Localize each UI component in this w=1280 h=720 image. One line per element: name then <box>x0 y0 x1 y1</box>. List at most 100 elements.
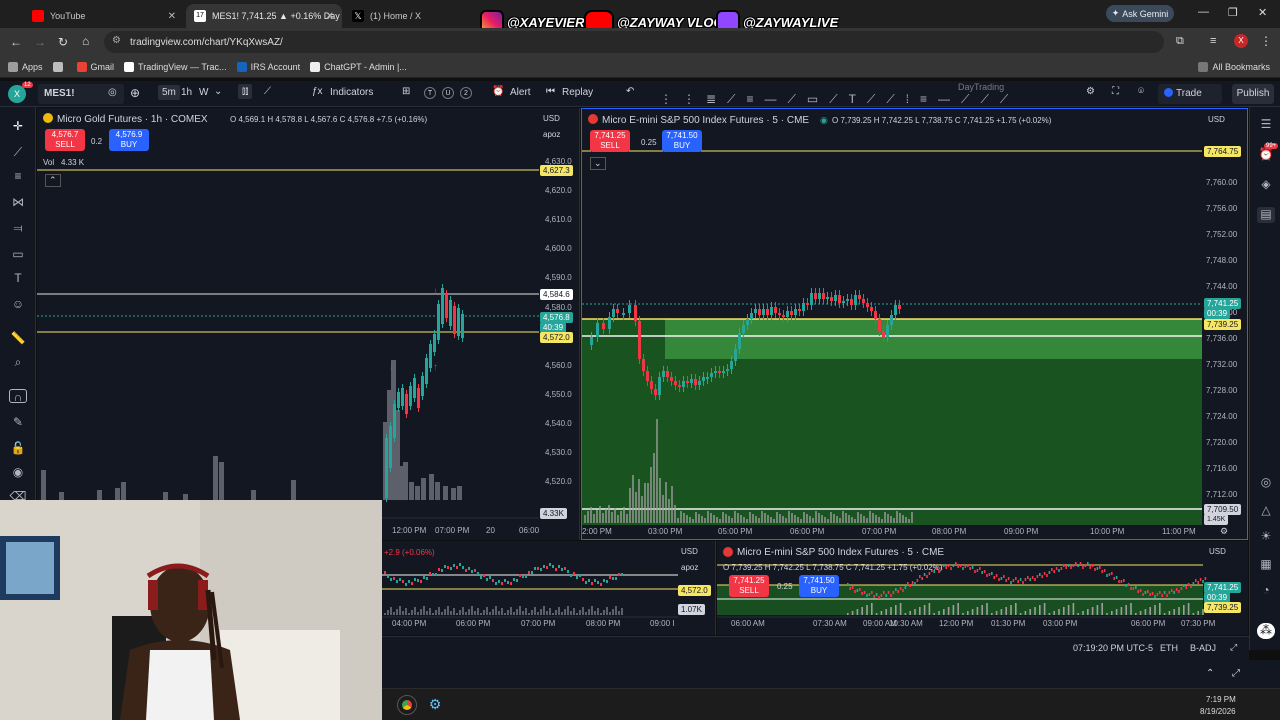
chevron-down-icon[interactable]: ⌄ <box>214 86 222 97</box>
alerts-icon[interactable]: ⏰ <box>1257 147 1275 163</box>
reload-icon[interactable]: ↻ <box>58 35 68 49</box>
templates-icon[interactable]: ⊞ <box>402 86 410 97</box>
text-icon[interactable]: T <box>9 271 27 285</box>
badge-2[interactable]: 2 <box>460 87 472 99</box>
compare-icon[interactable]: ◎ <box>108 87 117 98</box>
extensions-icon[interactable]: ⧉ <box>1176 35 1184 48</box>
interval-w[interactable]: W <box>199 87 208 98</box>
magnet-icon[interactable]: ∩ <box>9 389 27 404</box>
session-toggle[interactable]: ETH <box>1160 643 1178 653</box>
bookmark-tradingview[interactable]: TradingView — Trac... <box>124 61 227 72</box>
bell-icon[interactable]: ◔ <box>1257 583 1275 599</box>
maximize-panel-icon[interactable]: ⤢ <box>1230 642 1237 653</box>
bookmark-irs[interactable]: IRS Account <box>236 61 300 72</box>
gold-sell-button[interactable]: 4,576.7 SELL <box>45 129 85 151</box>
trend-icon[interactable]: △ <box>1257 503 1275 519</box>
pattern-icon[interactable]: ⋈ <box>9 195 27 209</box>
zoom-icon[interactable]: ⌕ <box>9 355 27 369</box>
steam-taskbar-icon[interactable]: ⚙ <box>426 696 444 714</box>
es-currency[interactable]: USD <box>1208 115 1225 124</box>
minimize-icon[interactable]: — <box>1198 6 1209 18</box>
mini-es-pane[interactable]: Micro E-mini S&P 500 Index Futures · 5 ·… <box>717 541 1248 635</box>
gold-currency[interactable]: USD <box>543 114 560 123</box>
all-bookmarks[interactable]: All Bookmarks <box>1198 61 1270 72</box>
badge-t[interactable]: T <box>424 87 436 99</box>
es-buy-button[interactable]: 7,741.50 BUY <box>662 130 702 152</box>
site-info-icon[interactable]: ⚙ <box>112 35 121 46</box>
fullscreen-icon[interactable]: ⛶ <box>1112 86 1119 97</box>
symbol-search[interactable]: MES1! ◎ <box>38 84 124 104</box>
maximize-icon[interactable]: ❐ <box>1228 6 1238 19</box>
es-sell-button[interactable]: 7,741.25 SELL <box>590 130 630 152</box>
fib-icon[interactable]: ≡ <box>9 169 27 183</box>
calendar-icon[interactable]: ▦ <box>1257 557 1275 573</box>
layout-name[interactable]: DayTrading <box>958 82 1004 92</box>
apps-grid-icon[interactable]: ⁂ <box>1257 623 1275 639</box>
close-icon[interactable]: ✕ <box>326 11 334 22</box>
mini-es-sell-button[interactable]: 7,741.25 SELL <box>729 575 769 597</box>
collapse-icon[interactable]: ⌃ <box>45 174 61 187</box>
stay-drawing-icon[interactable]: ✎ <box>9 415 27 429</box>
expand-icon[interactable]: ⤢ <box>1232 668 1240 679</box>
chevron-up-icon[interactable]: ⌃ <box>1206 668 1214 679</box>
adjustment-toggle[interactable]: B-ADJ <box>1190 643 1216 653</box>
alert-button[interactable]: Alert <box>510 87 531 98</box>
es-chart-svg[interactable] <box>582 109 1248 540</box>
tab-youtube[interactable]: YouTube ✕ <box>24 4 184 28</box>
forward-icon[interactable]: → <box>34 35 46 49</box>
mini-gold-currency[interactable]: USD <box>681 547 698 556</box>
layers-icon[interactable]: ◈ <box>1257 177 1275 193</box>
tab-x[interactable]: 𝕏 (1) Home / X <box>344 4 474 28</box>
bookmark-chatgpt[interactable]: ChatGPT - Admin |... <box>310 61 407 72</box>
media-icon[interactable]: ≡ <box>1210 35 1216 47</box>
taskbar-date[interactable]: 8/19/2026 <box>1200 707 1236 716</box>
tab-tradingview[interactable]: 17 MES1! 7,741.25 ▲ +0.16% Day ✕ <box>186 4 342 28</box>
bookmark-gmail[interactable]: Gmail <box>76 61 114 72</box>
gold-scale-mode[interactable]: apoz <box>543 130 560 139</box>
mini-es-buy-button[interactable]: 7,741.50 BUY <box>799 575 839 597</box>
settings-icon[interactable]: ⚙ <box>1086 86 1095 97</box>
publish-button[interactable]: Publish <box>1232 84 1274 104</box>
chevron-down-icon[interactable]: ⌄ <box>590 157 606 170</box>
bookmark-grid[interactable] <box>52 61 67 72</box>
chat-icon[interactable]: ▤ <box>1257 207 1275 223</box>
taskbar-time[interactable]: 7:19 PM <box>1206 695 1236 704</box>
interval-1h[interactable]: 1h <box>181 87 192 98</box>
clock-readout[interactable]: 07:19:20 PM UTC-5 <box>1073 643 1153 653</box>
chrome-taskbar-icon[interactable] <box>397 695 417 715</box>
calendar-icon[interactable] <box>1257 533 1275 549</box>
address-bar[interactable]: ⚙ tradingview.com/chart/YKqXwsAZ/ <box>104 31 1164 53</box>
mini-gold-pane[interactable]: +2.9 (+0.06%) USD apoz 4,572.0 1.07K 04:… <box>382 541 716 635</box>
add-symbol-icon[interactable]: ⊕ <box>130 86 140 100</box>
watchlist-icon[interactable]: ☰ <box>1257 117 1275 133</box>
undo-icon[interactable]: ↶ <box>626 86 634 97</box>
shapes-icon[interactable]: ▭ <box>9 247 27 261</box>
eye-icon[interactable]: ◉ <box>9 465 27 479</box>
window-close-icon[interactable]: ✕ <box>1258 6 1267 19</box>
ask-gemini-button[interactable]: ✦ Ask Gemini <box>1106 5 1174 22</box>
mini-es-currency[interactable]: USD <box>1209 547 1226 556</box>
trend-line-icon[interactable]: ⟋ <box>9 145 27 159</box>
home-icon[interactable]: ⌂ <box>82 34 89 48</box>
profile-avatar[interactable]: X <box>1234 34 1248 48</box>
gold-buy-button[interactable]: 4,576.9 BUY <box>109 129 149 151</box>
badge-u[interactable]: U <box>442 87 454 99</box>
emoji-icon[interactable]: ☺ <box>9 297 27 311</box>
es-chart-pane[interactable]: Micro E-mini S&P 500 Index Futures · 5 ·… <box>581 108 1248 540</box>
gold-chart-svg[interactable]: ↓ ↓ ↑ <box>37 108 580 540</box>
menu-dots-icon[interactable]: ⋮ <box>1260 34 1272 48</box>
camera-icon[interactable]: ⌾ <box>1138 86 1144 97</box>
indicators-button[interactable]: Indicators <box>330 87 373 98</box>
candles-icon[interactable]: ⫾⫾ <box>238 84 253 99</box>
interval-5m[interactable]: 5m <box>158 85 180 100</box>
gold-chart-pane[interactable]: ↓ ↓ ↑ Micro Gold Futures · 1h · COMEX O 4,… <box>37 108 580 540</box>
back-icon[interactable]: ← <box>10 35 22 49</box>
ruler-icon[interactable]: 📏 <box>9 331 27 345</box>
forecast-icon[interactable]: ⫤ <box>9 221 27 235</box>
lock-icon[interactable]: 🔓 <box>9 441 27 455</box>
trade-button[interactable]: Trade <box>1158 84 1222 104</box>
replay-button[interactable]: Replay <box>562 87 593 98</box>
close-icon[interactable]: ✕ <box>168 11 176 22</box>
mini-gold-scale-mode[interactable]: apoz <box>681 563 698 572</box>
target-icon[interactable]: ◎ <box>1257 475 1275 491</box>
